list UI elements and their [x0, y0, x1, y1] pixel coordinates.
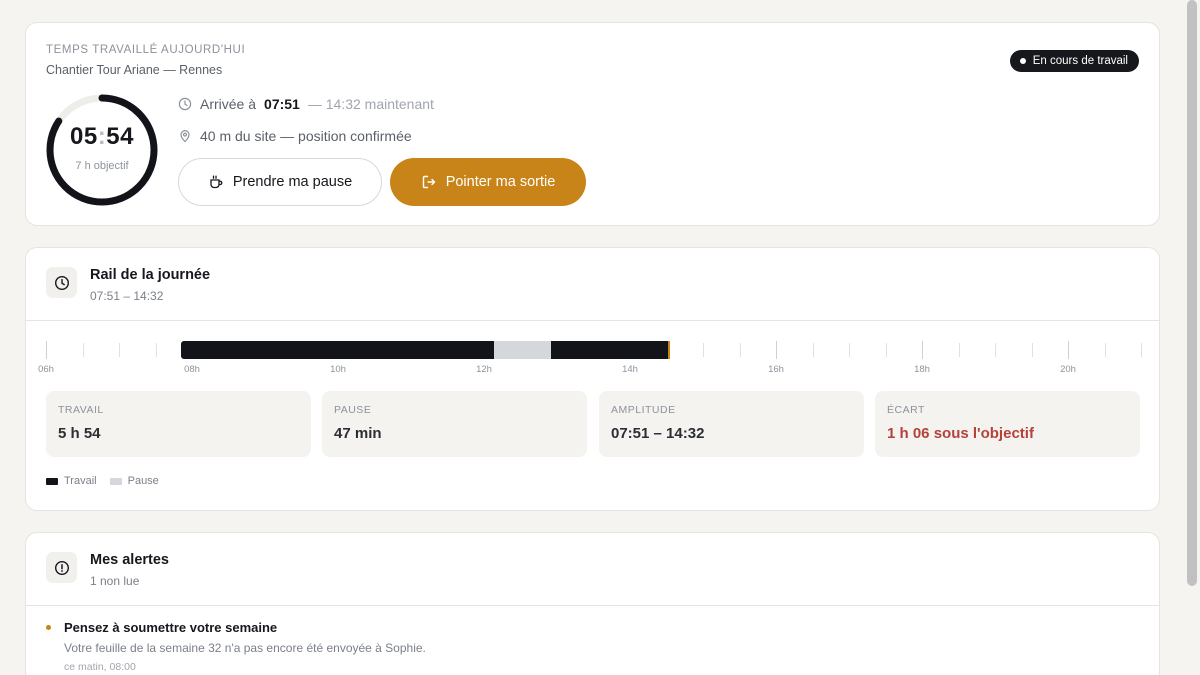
alert-title: Pensez à soumettre votre semaine	[64, 620, 278, 635]
alert-time: ce matin, 08:00	[64, 661, 136, 673]
status-dot-icon	[1019, 58, 1026, 64]
clock-icon	[54, 275, 69, 290]
timeline-tick-label: 08h	[184, 364, 200, 375]
status-badge: En cours de travail	[1009, 50, 1139, 72]
timeline-now-marker	[667, 341, 670, 359]
timeline-tick	[119, 343, 120, 357]
timeline-tick	[1141, 343, 1142, 357]
time-colon: :	[97, 123, 107, 150]
timeline-tick	[703, 343, 704, 357]
arrival-time: 07:51	[264, 96, 300, 112]
timeline-segment-work	[550, 341, 669, 359]
timeline-tick	[1031, 343, 1033, 357]
status-badge-label: En cours de travail	[1032, 55, 1128, 67]
timeline-tick-label: 20h	[1060, 364, 1076, 375]
legend-item-pause: Pause	[109, 475, 159, 487]
rail-subtitle: 07:51 – 14:32	[90, 289, 164, 303]
timeline-tick-label: 10h	[330, 364, 346, 375]
stat-pause-label: PAUSE	[334, 404, 372, 416]
timeline-tick	[922, 341, 923, 359]
alerts-divider	[26, 605, 1159, 606]
stat-gap-label: ÉCART	[887, 404, 925, 416]
day-timeline: 06h 08h 10h 12h 14h 16h 18h 20h	[26, 328, 1161, 378]
rail-legend: Travail Pause	[46, 475, 159, 487]
stat-pause: PAUSE 47 min	[322, 391, 587, 457]
rail-header-icon-box	[46, 267, 77, 298]
timeline-tick-label: 18h	[914, 364, 930, 375]
alerts-title: Mes alertes	[90, 552, 169, 568]
stat-amplitude-label: AMPLITUDE	[611, 404, 676, 416]
timeline-tick	[1104, 343, 1106, 357]
rail-divider	[26, 320, 1159, 321]
arrival-label: Arrivée à	[200, 96, 257, 112]
timeline-tick	[1068, 341, 1069, 359]
rail-title: Rail de la journée	[90, 267, 211, 283]
alerts-unread-count: 1 non lue	[90, 574, 140, 588]
timeline-tick-label: 06h	[38, 364, 54, 375]
timeline-tick-label: 12h	[476, 364, 492, 375]
clock-out-label: Pointer ma sortie	[445, 174, 556, 190]
stat-pause-value: 47 min	[334, 425, 382, 442]
stat-work: TRAVAIL 5 h 54	[46, 391, 311, 457]
elapsed-hours: 05	[70, 123, 98, 150]
legend-label-work: Travail	[64, 475, 97, 487]
coffee-cup-icon	[210, 175, 223, 189]
clock-out-button[interactable]: Pointer ma sortie	[390, 158, 586, 206]
timeline-tick	[82, 343, 84, 357]
take-break-label: Prendre ma pause	[232, 174, 353, 190]
stat-amplitude: AMPLITUDE 07:51 – 14:32	[599, 391, 864, 457]
time-worked-eyebrow: TEMPS TRAVAILLÉ AUJOURD'HUI	[46, 44, 246, 56]
stat-work-value: 5 h 54	[58, 425, 101, 442]
timeline-tick	[958, 343, 960, 357]
alerts-header-icon-box	[46, 552, 77, 583]
logout-icon	[422, 175, 435, 189]
timeline-tick	[46, 341, 47, 359]
unread-dot-icon	[46, 625, 51, 630]
location-line: 40 m du site — position confirmée	[178, 128, 412, 144]
page-scrollbar[interactable]	[1187, 0, 1197, 586]
timeline-tick	[995, 343, 996, 357]
timeline-tick-label: 16h	[768, 364, 784, 375]
time-progress-ring: 05:54 7 h objectif	[45, 93, 159, 207]
stat-work-label: TRAVAIL	[58, 404, 104, 416]
arrival-line: Arrivée à 07:51 — 14:32 maintenant	[178, 96, 434, 112]
take-break-button[interactable]: Prendre ma pause	[178, 158, 382, 206]
current-time-text: — 14:32 maintenant	[307, 96, 434, 112]
timeline-tick	[812, 343, 814, 357]
legend-swatch-pause	[109, 477, 122, 485]
elapsed-minutes: 54	[106, 123, 134, 150]
location-text: 40 m du site — position confirmée	[200, 128, 412, 144]
timeline-tick	[739, 343, 741, 357]
timeline-tick	[776, 341, 777, 359]
timeline-segment-pause	[493, 341, 551, 359]
alerts-card: Mes alertes 1 non lue Pensez à soumettre…	[25, 532, 1160, 675]
site-name: Chantier Tour Ariane — Rennes	[46, 63, 223, 77]
stat-gap-value: 1 h 06 sous l'objectif	[887, 425, 1034, 442]
legend-label-pause: Pause	[127, 475, 159, 487]
timeline-tick	[849, 343, 850, 357]
clock-icon	[178, 97, 192, 111]
timeline-tick	[885, 343, 887, 357]
location-pin-icon	[180, 130, 190, 143]
timeline-segment-work	[181, 341, 494, 359]
legend-swatch-work	[46, 477, 58, 485]
elapsed-time: 05:54	[45, 123, 159, 151]
alert-body: Votre feuille de la semaine 32 n'a pas e…	[64, 641, 426, 655]
alert-circle-icon	[54, 560, 69, 575]
time-worked-card: TEMPS TRAVAILLÉ AUJOURD'HUI Chantier Tou…	[25, 22, 1160, 226]
stat-gap: ÉCART 1 h 06 sous l'objectif	[875, 391, 1140, 457]
objective-label: 7 h objectif	[75, 160, 129, 172]
legend-item-work: Travail	[46, 475, 97, 487]
stat-amplitude-value: 07:51 – 14:32	[611, 425, 705, 442]
timeline-tick-label: 14h	[622, 364, 638, 375]
day-rail-card: Rail de la journée 07:51 – 14:32 06h 08h 1…	[25, 247, 1160, 511]
timeline-tick	[155, 343, 157, 357]
